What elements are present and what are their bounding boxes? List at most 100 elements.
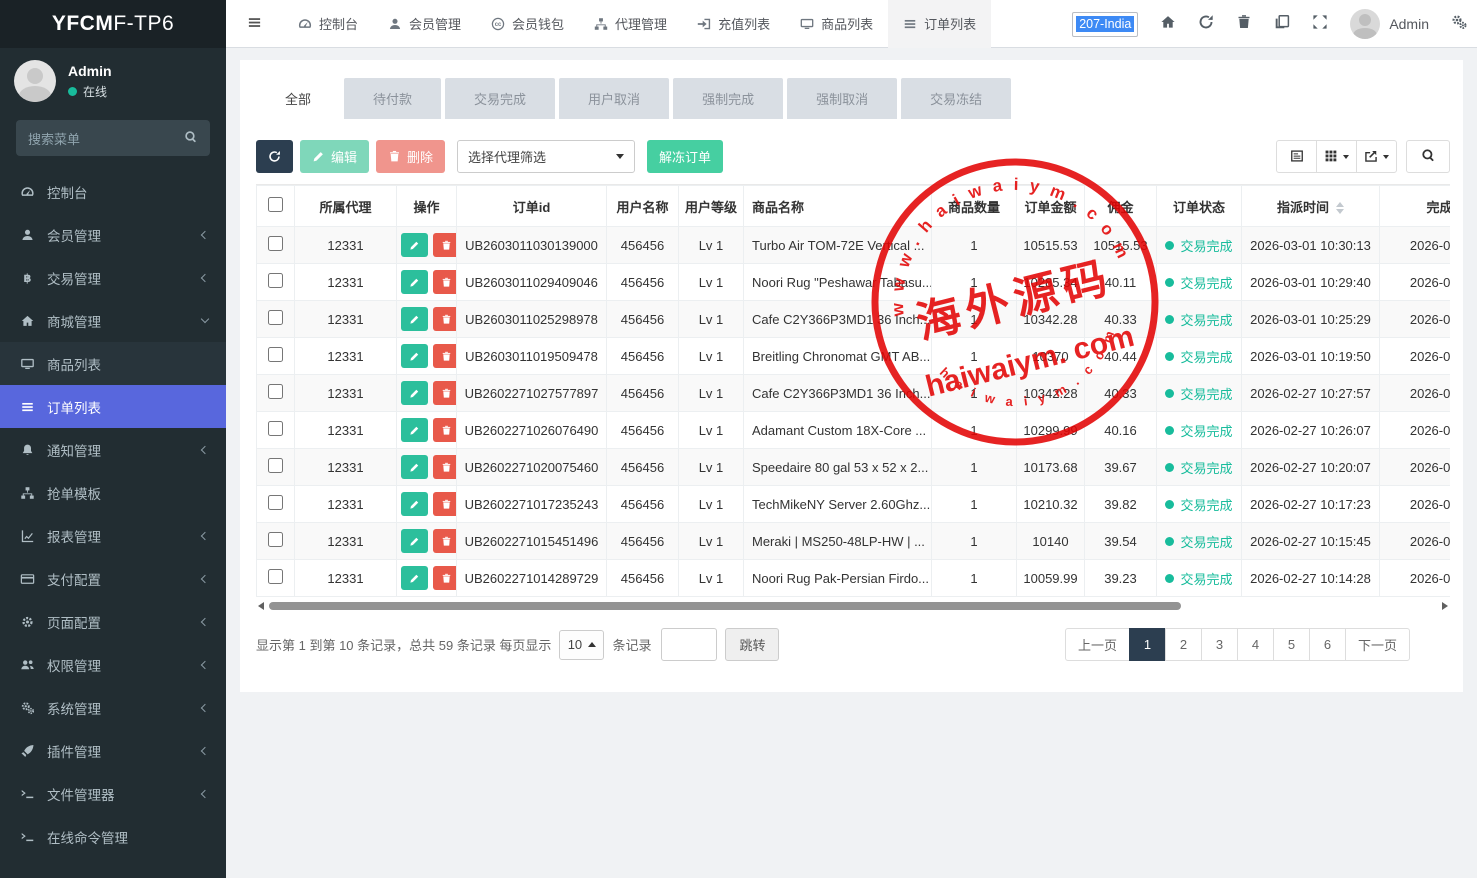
row-checkbox[interactable] <box>268 273 283 288</box>
row-edit-button[interactable] <box>401 418 428 442</box>
sidebar-search-input[interactable]: 搜索菜单 <box>16 120 210 156</box>
row-edit-button[interactable] <box>401 344 428 368</box>
sidebar-item-会员管理[interactable]: 会员管理 <box>0 213 226 256</box>
scrollbar-thumb[interactable] <box>269 602 1181 610</box>
nav-tab-商品列表[interactable]: 商品列表 <box>785 0 888 48</box>
sidebar-item-抢单模板[interactable]: 抢单模板 <box>0 471 226 514</box>
refresh-button[interactable] <box>256 140 293 173</box>
sidebar-item-插件管理[interactable]: 插件管理 <box>0 729 226 772</box>
row-edit-button[interactable] <box>401 270 428 294</box>
next-page-button[interactable]: 下一页 <box>1345 628 1410 661</box>
sidebar-item-控制台[interactable]: 控制台 <box>0 170 226 213</box>
nav-tab-代理管理[interactable]: 代理管理 <box>579 0 682 48</box>
sidebar-item-报表管理[interactable]: 报表管理 <box>0 514 226 557</box>
detail-view-button[interactable] <box>1276 140 1317 173</box>
row-edit-button[interactable] <box>401 455 428 479</box>
tab-全部[interactable]: 全部 <box>256 78 340 119</box>
page-1-button[interactable]: 1 <box>1129 628 1166 661</box>
sidebar-item-权限管理[interactable]: 权限管理 <box>0 643 226 686</box>
horizontal-scrollbar[interactable] <box>256 601 1450 611</box>
row-delete-button[interactable] <box>433 492 457 516</box>
row-edit-button[interactable] <box>401 381 428 405</box>
scroll-right-arrow-icon[interactable] <box>1442 602 1448 610</box>
row-delete-button[interactable] <box>433 418 457 442</box>
row-delete-button[interactable] <box>433 307 457 331</box>
nav-tab-会员管理[interactable]: 会员管理 <box>373 0 476 48</box>
nav-tab-充值列表[interactable]: 充值列表 <box>682 0 785 48</box>
jump-button[interactable]: 跳转 <box>725 628 779 661</box>
copy-button[interactable] <box>1274 14 1290 33</box>
row-checkbox[interactable] <box>268 310 283 325</box>
row-checkbox[interactable] <box>268 569 283 584</box>
tab-强制取消[interactable]: 强制取消 <box>787 78 897 119</box>
edit-button[interactable]: 编辑 <box>300 140 369 173</box>
page-5-button[interactable]: 5 <box>1273 628 1310 661</box>
column-header-指派时间[interactable]: 指派时间 <box>1242 186 1380 227</box>
delete-button[interactable]: 删除 <box>376 140 445 173</box>
row-delete-button[interactable] <box>433 381 457 405</box>
row-delete-button[interactable] <box>433 455 457 479</box>
sidebar-item-支付配置[interactable]: 支付配置 <box>0 557 226 600</box>
tab-待付款[interactable]: 待付款 <box>344 78 441 119</box>
trash-button[interactable] <box>1236 14 1252 33</box>
sidebar-item-文件管理器[interactable]: 文件管理器 <box>0 772 226 815</box>
row-delete-button[interactable] <box>433 529 457 553</box>
sort-icon[interactable] <box>1336 202 1344 214</box>
columns-toggle-button[interactable] <box>1316 140 1357 173</box>
sidebar-item-交易管理[interactable]: ฿交易管理 <box>0 256 226 299</box>
refresh-button[interactable] <box>1198 14 1214 33</box>
expand-button[interactable] <box>1312 14 1328 33</box>
row-delete-button[interactable] <box>433 233 457 257</box>
tab-交易冻结[interactable]: 交易冻结 <box>901 78 1011 119</box>
page-3-button[interactable]: 3 <box>1201 628 1238 661</box>
wallet-icon: cc <box>491 17 505 31</box>
region-input[interactable]: 207-India <box>1072 12 1138 37</box>
settings-gears-icon[interactable] <box>1451 14 1467 33</box>
row-delete-button[interactable] <box>433 344 457 368</box>
avatar <box>14 60 56 102</box>
cell-ops <box>397 449 457 486</box>
row-edit-button[interactable] <box>401 529 428 553</box>
page-4-button[interactable]: 4 <box>1237 628 1274 661</box>
row-delete-button[interactable] <box>433 566 457 590</box>
tab-交易完成[interactable]: 交易完成 <box>445 78 555 119</box>
nav-tab-会员钱包[interactable]: cc会员钱包 <box>476 0 579 48</box>
row-edit-button[interactable] <box>401 492 428 516</box>
row-checkbox[interactable] <box>268 421 283 436</box>
sidebar-item-页面配置[interactable]: 页面配置 <box>0 600 226 643</box>
select-all-checkbox[interactable] <box>268 197 283 212</box>
jump-page-input[interactable] <box>661 628 717 661</box>
hamburger-button[interactable] <box>226 15 283 32</box>
row-edit-button[interactable] <box>401 233 428 257</box>
table-search-button[interactable] <box>1406 140 1450 173</box>
row-checkbox[interactable] <box>268 458 283 473</box>
home-button[interactable] <box>1160 14 1176 33</box>
row-edit-button[interactable] <box>401 566 428 590</box>
admin-menu[interactable]: Admin <box>1350 9 1429 39</box>
page-6-button[interactable]: 6 <box>1309 628 1346 661</box>
sidebar-item-商城管理[interactable]: 商城管理 <box>0 299 226 342</box>
row-checkbox[interactable] <box>268 236 283 251</box>
sidebar-item-订单列表[interactable]: 订单列表 <box>0 385 226 428</box>
row-edit-button[interactable] <box>401 307 428 331</box>
sidebar-item-通知管理[interactable]: 通知管理 <box>0 428 226 471</box>
sidebar-item-商品列表[interactable]: 商品列表 <box>0 342 226 385</box>
nav-tab-控制台[interactable]: 控制台 <box>283 0 373 48</box>
scroll-left-arrow-icon[interactable] <box>258 602 264 610</box>
row-delete-button[interactable] <box>433 270 457 294</box>
agent-filter-select[interactable]: 选择代理筛选 <box>457 140 635 173</box>
row-checkbox[interactable] <box>268 532 283 547</box>
nav-tab-订单列表[interactable]: 订单列表 <box>888 0 991 48</box>
prev-page-button[interactable]: 上一页 <box>1065 628 1130 661</box>
row-checkbox[interactable] <box>268 384 283 399</box>
tab-强制完成[interactable]: 强制完成 <box>673 78 783 119</box>
export-button[interactable] <box>1356 140 1397 173</box>
sidebar-item-系统管理[interactable]: 系统管理 <box>0 686 226 729</box>
tab-用户取消[interactable]: 用户取消 <box>559 78 669 119</box>
page-2-button[interactable]: 2 <box>1165 628 1202 661</box>
sidebar-item-在线命令管理[interactable]: 在线命令管理 <box>0 815 226 858</box>
row-checkbox[interactable] <box>268 495 283 510</box>
page-size-select[interactable]: 10 <box>559 630 604 660</box>
row-checkbox[interactable] <box>268 347 283 362</box>
unfreeze-order-button[interactable]: 解冻订单 <box>647 140 723 173</box>
